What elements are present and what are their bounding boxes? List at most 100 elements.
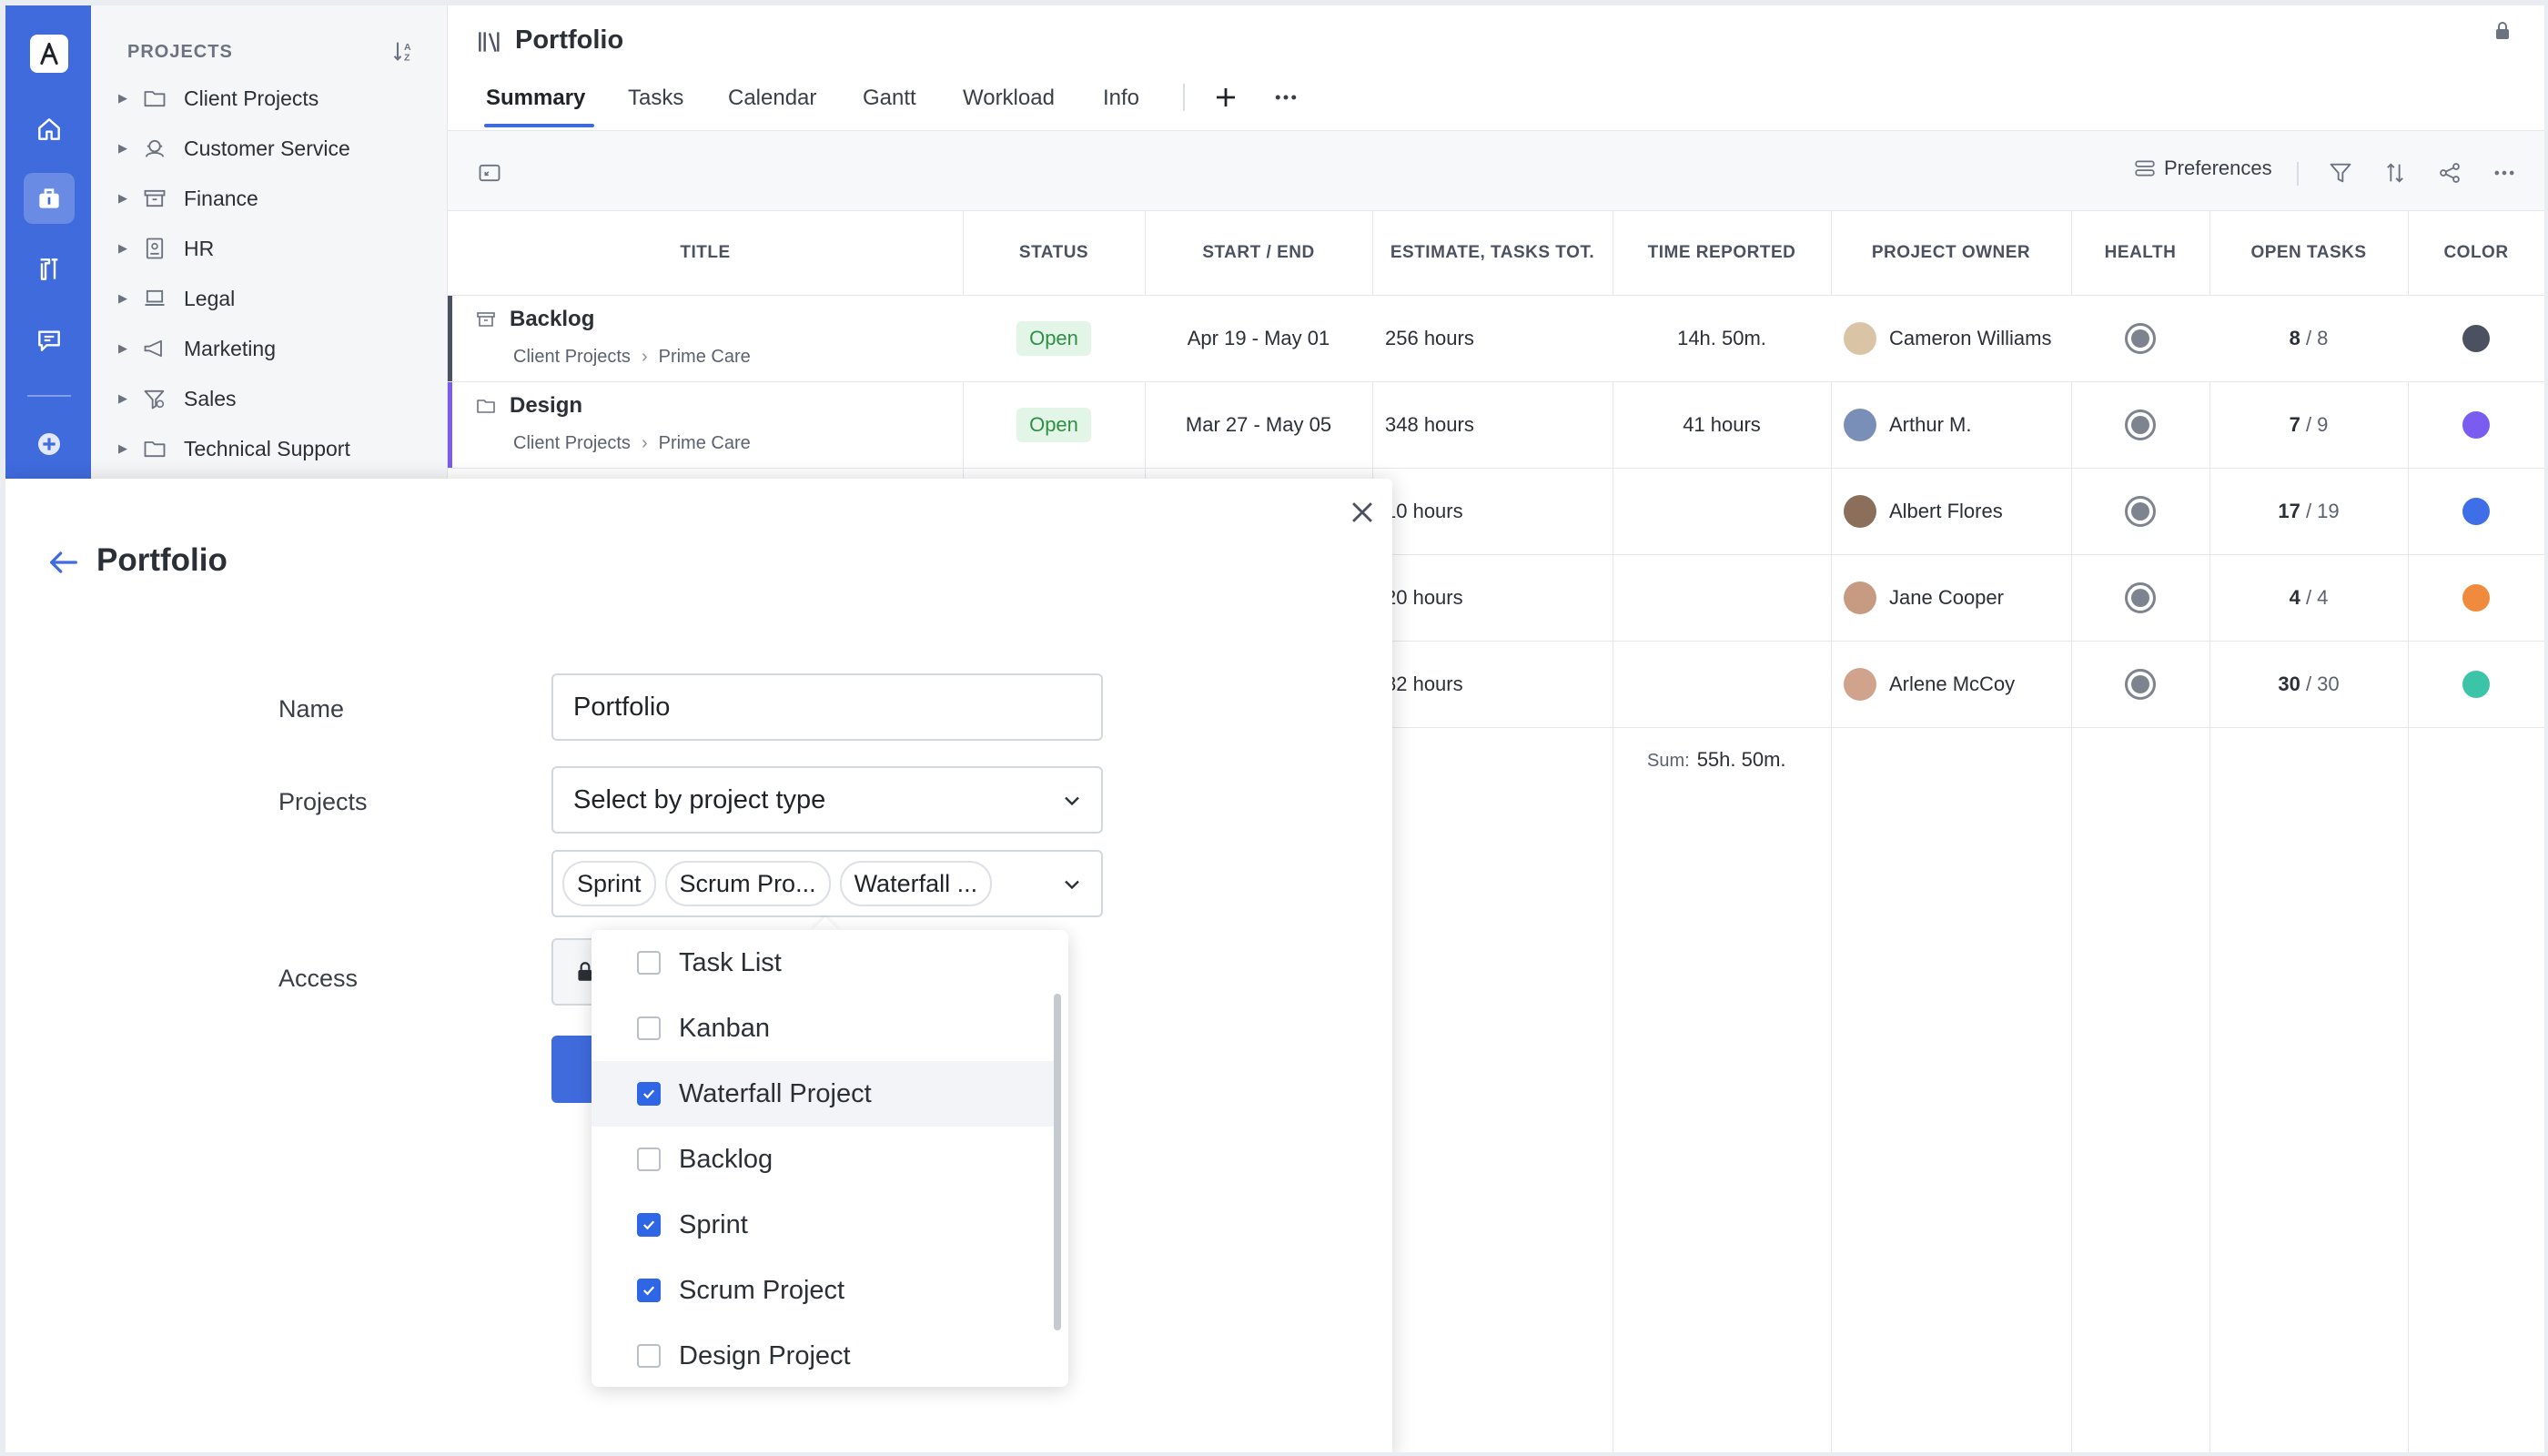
back-arrow-icon[interactable] [46,544,82,581]
owner-cell[interactable]: Jane Cooper [1844,555,2071,641]
add-circle-icon[interactable] [24,419,75,470]
tree-item-client-projects[interactable]: ▶ Client Projects [118,80,318,116]
color-cell[interactable] [2408,555,2544,641]
more-options-icon[interactable] [2492,160,2517,186]
lock-icon[interactable] [2492,20,2513,42]
tools-icon[interactable] [24,244,75,295]
tab-gantt[interactable]: Gantt [863,86,916,111]
owner-cell[interactable]: Arthur M. [1844,382,2071,468]
sort-icon[interactable]: AZ [391,38,417,64]
column-header-time-reported[interactable]: TIME REPORTED [1613,211,1831,295]
option-task-list[interactable]: Task List [592,930,1056,996]
tab-calendar[interactable]: Calendar [728,86,816,111]
dropdown-scrollbar[interactable] [1054,994,1061,1330]
checkbox-checked[interactable] [637,1213,661,1237]
tab-workload[interactable]: Workload [963,86,1055,111]
status-badge[interactable]: Open [1016,321,1091,356]
color-cell[interactable] [2408,382,2544,468]
checkbox-unchecked[interactable] [637,1016,661,1040]
column-header-status[interactable]: STATUS [963,211,1145,295]
name-input[interactable]: Portfolio [551,673,1103,741]
dates-cell[interactable]: Apr 19 - May 01 [1145,296,1372,381]
briefcase-icon[interactable] [24,173,75,224]
preferences-button[interactable]: Preferences [2133,157,2272,180]
checkbox-unchecked[interactable] [637,951,661,975]
health-cell[interactable] [2071,382,2209,468]
expand-caret-icon[interactable]: ▶ [118,341,131,356]
chip-sprint[interactable]: Sprint [562,861,656,906]
expand-caret-icon[interactable]: ▶ [118,441,131,456]
tree-item-sales[interactable]: ▶ Sales [118,380,237,417]
owner-cell[interactable]: Cameron Williams [1844,296,2071,381]
home-icon[interactable] [24,104,75,155]
health-cell[interactable] [2071,555,2209,641]
row-title[interactable]: Backlog [475,307,594,332]
tree-item-finance[interactable]: ▶ Finance [118,180,258,217]
dates-cell[interactable]: Mar 27 - May 05 [1145,382,1372,468]
filter-icon[interactable] [2328,160,2353,186]
tree-item-technical-support[interactable]: ▶ Technical Support [118,430,350,467]
tab-info[interactable]: Info [1103,86,1139,111]
tree-item-marketing[interactable]: ▶ Marketing [118,330,276,367]
add-tab-icon[interactable] [1212,84,1239,111]
option-scrum-project[interactable]: Scrum Project [592,1258,1056,1323]
column-header-project-owner[interactable]: PROJECT OWNER [1831,211,2071,295]
expand-icon[interactable] [477,160,502,186]
project-type-multiselect[interactable]: Sprint Scrum Pro... Waterfall ... [551,850,1103,917]
chat-icon[interactable] [24,315,75,366]
project-type-select[interactable]: Select by project type [551,766,1103,834]
breadcrumb-parent[interactable]: Client Projects [513,433,631,453]
expand-caret-icon[interactable]: ▶ [118,141,131,156]
expand-caret-icon[interactable]: ▶ [118,291,131,306]
owner-cell[interactable]: Albert Flores [1844,469,2071,554]
share-icon[interactable] [2437,160,2462,186]
breadcrumb-parent[interactable]: Client Projects [513,347,631,367]
more-tabs-icon[interactable] [1272,84,1299,111]
table-row[interactable]: Backlog Client Projects › Prime Care Open … [448,296,2544,382]
option-design-project[interactable]: Design Project [592,1323,1056,1387]
column-header-open-tasks[interactable]: OPEN TASKS [2209,211,2408,295]
column-header-estimate[interactable]: ESTIMATE, TASKS TOT. [1372,211,1613,295]
row-title[interactable]: Design [475,393,582,419]
tree-item-customer-service[interactable]: ▶ Customer Service [118,130,350,167]
sort-order-icon[interactable] [2382,160,2408,186]
option-backlog[interactable]: Backlog [592,1127,1056,1192]
column-header-color[interactable]: COLOR [2408,211,2544,295]
option-sprint[interactable]: Sprint [592,1192,1056,1258]
tab-tasks[interactable]: Tasks [628,86,683,111]
close-icon[interactable] [1347,497,1378,528]
tree-item-legal[interactable]: ▶ Legal [118,280,235,317]
health-cell[interactable] [2071,469,2209,554]
expand-caret-icon[interactable]: ▶ [118,91,131,106]
column-header-health[interactable]: HEALTH [2071,211,2209,295]
tree-item-hr[interactable]: ▶ HR [118,230,214,267]
health-cell[interactable] [2071,642,2209,727]
color-cell[interactable] [2408,469,2544,554]
color-cell[interactable] [2408,642,2544,727]
status-badge[interactable]: Open [1016,408,1091,442]
checkbox-checked[interactable] [637,1279,661,1302]
chip-scrum-project[interactable]: Scrum Pro... [664,861,831,906]
option-waterfall-project[interactable]: Waterfall Project [592,1061,1056,1127]
expand-caret-icon[interactable]: ▶ [118,391,131,406]
app-logo[interactable] [30,35,68,73]
health-cell[interactable] [2071,296,2209,381]
breadcrumb-child[interactable]: Prime Care [659,433,751,453]
expand-caret-icon[interactable]: ▶ [118,241,131,256]
chip-waterfall-project[interactable]: Waterfall ... [839,861,993,906]
access-select[interactable] [551,938,597,1006]
option-kanban[interactable]: Kanban [592,996,1056,1061]
table-row[interactable]: Design Client Projects › Prime Care Open M… [448,382,2544,469]
expand-caret-icon[interactable]: ▶ [118,191,131,206]
breadcrumb-child[interactable]: Prime Care [659,347,751,367]
save-button[interactable] [551,1036,592,1103]
column-header-start-end[interactable]: START / END [1145,211,1372,295]
checkbox-unchecked[interactable] [637,1344,661,1368]
checkbox-checked[interactable] [637,1082,661,1106]
column-header-title[interactable]: TITLE [448,211,963,295]
checkbox-unchecked[interactable] [637,1148,661,1171]
owner-cell[interactable]: Arlene McCoy [1844,642,2071,727]
tab-summary[interactable]: Summary [486,86,585,111]
color-cell[interactable] [2408,296,2544,381]
page-title: Portfolio [515,25,624,55]
